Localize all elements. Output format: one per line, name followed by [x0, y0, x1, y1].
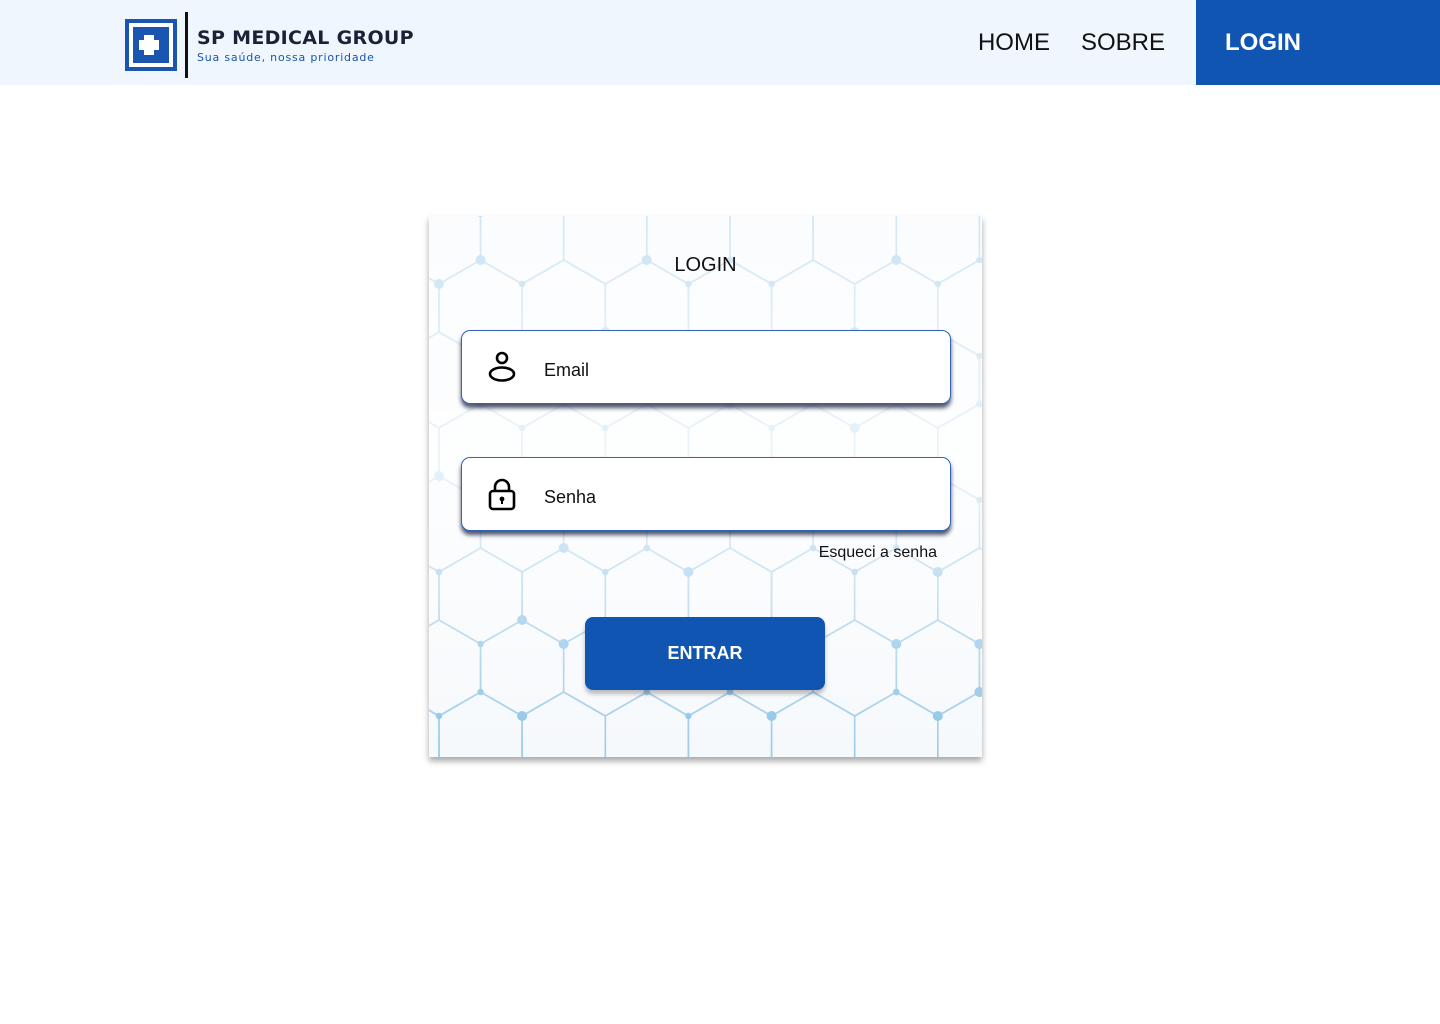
forgot-password-link[interactable]: Esqueci a senha	[819, 544, 937, 562]
brand-tagline: Sua saúde, nossa prioridade	[197, 50, 375, 64]
brand-name: SP MEDICAL GROUP	[197, 26, 414, 49]
nav-home[interactable]: HOME	[978, 29, 1050, 57]
site-header: SP MEDICAL GROUP Sua saúde, nossa priori…	[0, 0, 1440, 85]
lock-icon	[488, 478, 516, 511]
password-field[interactable]	[461, 457, 951, 531]
login-title: LOGIN	[674, 254, 737, 276]
login-card: LOGIN Esqueci a senha ENTRAR	[429, 216, 982, 757]
email-field[interactable]	[461, 330, 951, 404]
medical-cross-icon	[125, 19, 177, 71]
brand-logo[interactable]: SP MEDICAL GROUP Sua saúde, nossa priori…	[125, 12, 414, 78]
main-nav: HOME SOBRE LOGIN	[978, 0, 1440, 85]
email-input[interactable]	[544, 359, 924, 381]
user-icon	[488, 351, 516, 382]
brand-text: SP MEDICAL GROUP Sua saúde, nossa priori…	[197, 27, 414, 64]
logo-divider	[185, 12, 188, 78]
password-input[interactable]	[544, 486, 924, 508]
submit-button[interactable]: ENTRAR	[585, 617, 825, 690]
nav-login[interactable]: LOGIN	[1196, 0, 1440, 85]
nav-sobre[interactable]: SOBRE	[1081, 29, 1165, 57]
